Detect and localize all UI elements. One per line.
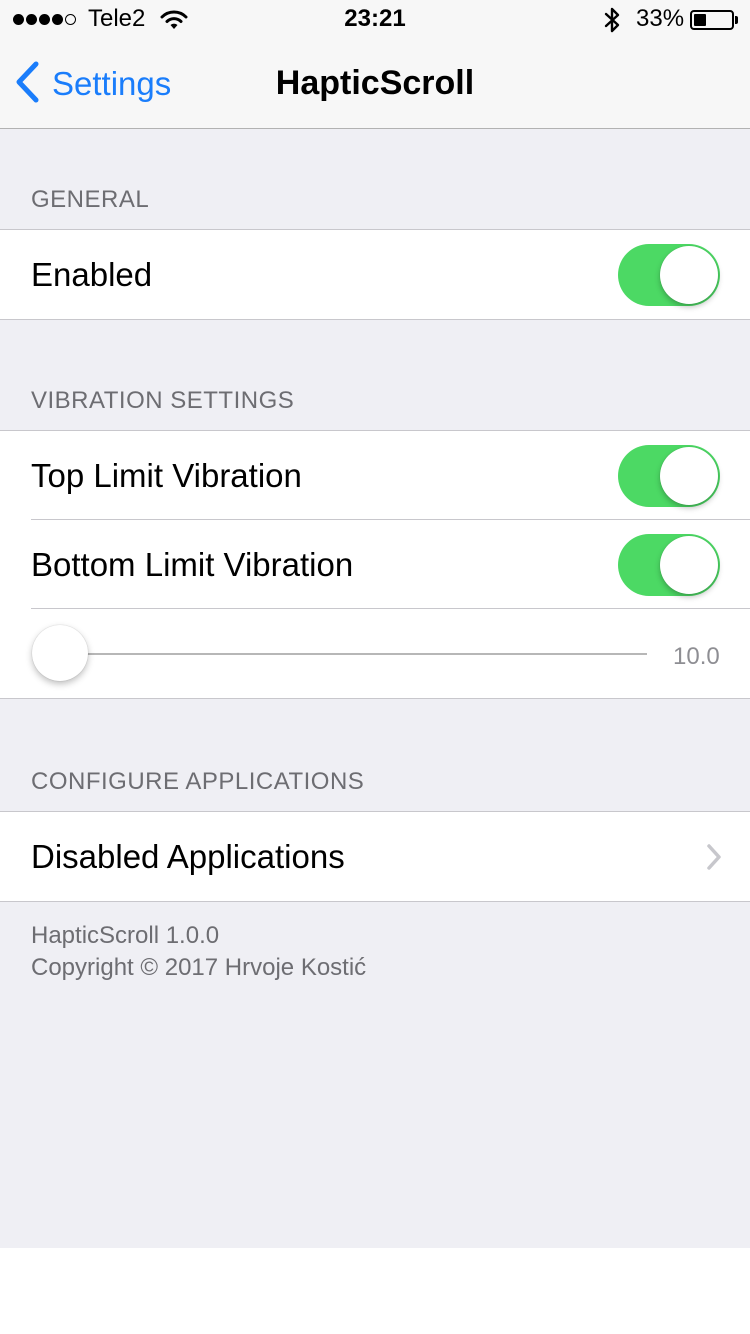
copyright-text: Copyright © 2017 Hrvoje Kostić bbox=[31, 954, 367, 981]
section-header-general: GENERAL bbox=[31, 186, 150, 213]
navigation-bar: Tele2 23:21 33% Settings HapticScroll bbox=[0, 0, 750, 129]
group-vibration: Top Limit Vibration Bottom Limit Vibrati… bbox=[0, 430, 750, 699]
bottom-limit-label: Bottom Limit Vibration bbox=[31, 546, 354, 583]
enabled-toggle[interactable] bbox=[618, 244, 720, 306]
toggle-knob bbox=[660, 246, 718, 304]
bottom-limit-toggle[interactable] bbox=[618, 534, 720, 596]
footer-text: HapticScroll 1.0.0 Copyright © 2017 Hrvo… bbox=[31, 920, 366, 984]
section-header-vibration: VIBRATION SETTINGS bbox=[31, 387, 295, 414]
slider-value: 10.0 bbox=[673, 643, 720, 670]
disclosure-chevron-icon bbox=[706, 843, 722, 876]
status-bar: Tele2 23:21 33% bbox=[0, 0, 750, 40]
enabled-row: Enabled bbox=[0, 230, 750, 319]
battery-icon bbox=[690, 10, 734, 30]
battery-percentage: 33% bbox=[636, 5, 685, 32]
toggle-knob bbox=[660, 447, 718, 505]
enabled-label: Enabled bbox=[31, 256, 153, 293]
top-limit-label: Top Limit Vibration bbox=[31, 457, 302, 494]
battery-terminal bbox=[735, 16, 738, 24]
version-text: HapticScroll 1.0.0 bbox=[31, 922, 220, 949]
top-limit-row: Top Limit Vibration bbox=[0, 431, 750, 520]
bottom-limit-row: Bottom Limit Vibration bbox=[0, 519, 750, 609]
top-limit-toggle[interactable] bbox=[618, 445, 720, 507]
battery-level bbox=[694, 14, 706, 26]
page-title: HapticScroll bbox=[275, 64, 475, 102]
settings-screen: Tele2 23:21 33% Settings HapticScroll GE… bbox=[0, 0, 750, 1248]
bluetooth-icon bbox=[602, 6, 622, 39]
disabled-applications-label: Disabled Applications bbox=[31, 838, 345, 875]
vibration-slider-track[interactable] bbox=[58, 653, 647, 655]
vibration-slider-thumb[interactable] bbox=[32, 625, 88, 681]
section-header-configure: CONFIGURE APPLICATIONS bbox=[31, 768, 365, 795]
vibration-slider-row: 10.0 bbox=[0, 608, 750, 698]
toggle-knob bbox=[660, 536, 718, 594]
disabled-applications-row[interactable]: Disabled Applications bbox=[0, 812, 750, 901]
group-general: Enabled bbox=[0, 229, 750, 320]
group-configure: Disabled Applications bbox=[0, 811, 750, 902]
